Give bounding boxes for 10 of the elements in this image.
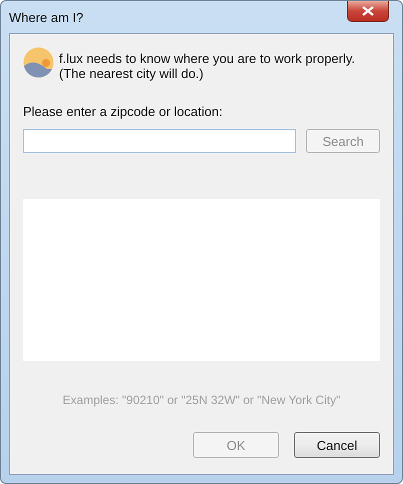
message-text: (The nearest city will do.) — [59, 66, 204, 81]
examples-hint: Examples: "90210" or "25N 32W" or "New York City" — [62, 393, 342, 407]
close-icon — [362, 6, 374, 16]
location-label: Please enter a zipcode or location: — [23, 104, 224, 119]
location-input-field[interactable] — [23, 129, 296, 153]
close-button[interactable] — [347, 1, 389, 22]
sunset-logo-icon — [23, 47, 54, 78]
window-title: Where am I? — [9, 10, 84, 25]
dialog-button[interactable]: Cancel — [294, 432, 380, 458]
message-text: f.lux needs to know where you are to work properly. — [59, 51, 356, 66]
